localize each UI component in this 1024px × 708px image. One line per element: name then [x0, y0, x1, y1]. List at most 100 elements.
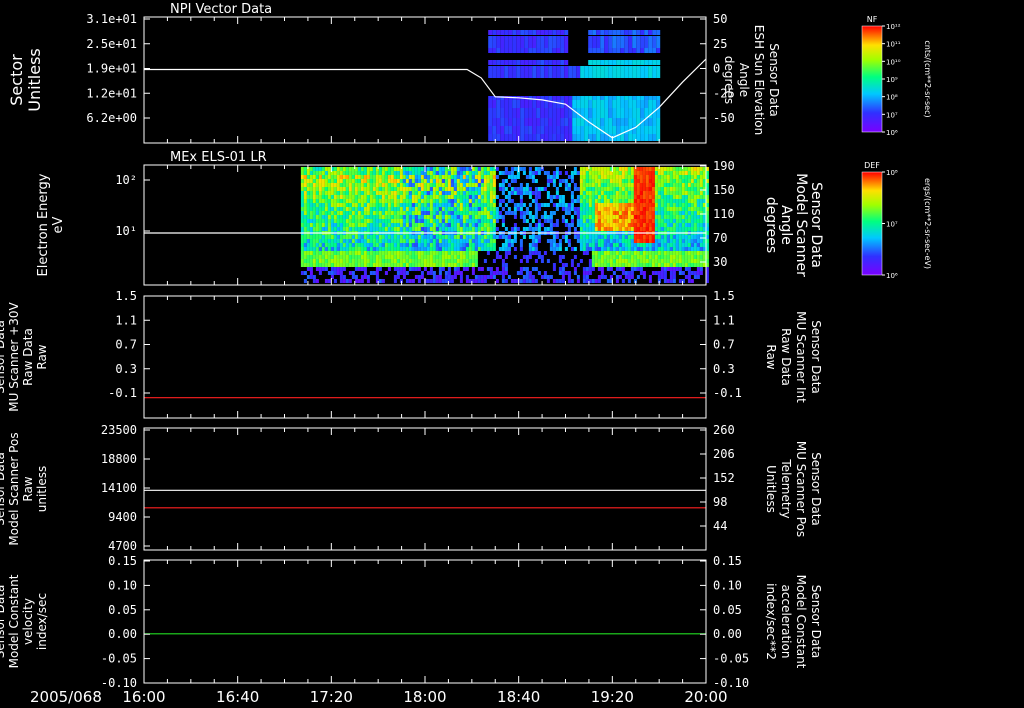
heatmap-cell [636, 275, 640, 279]
heatmap-cell [633, 183, 637, 187]
heatmap-cell [687, 207, 691, 211]
heatmap-cell [405, 211, 409, 215]
heatmap-cell [687, 183, 691, 187]
heatmap-cell [672, 179, 676, 183]
heatmap-cell [604, 108, 609, 118]
heatmap-cell [393, 215, 397, 219]
heatmap-cell [330, 235, 334, 239]
heatmap-cell [636, 30, 641, 35]
heatmap-cell [303, 215, 307, 219]
heatmap-cell [390, 211, 394, 215]
heatmap-cell [656, 126, 661, 134]
heatmap-cell [666, 175, 670, 179]
heatmap-cell [616, 118, 621, 126]
heatmap-cell [306, 223, 310, 227]
heatmap-cell [546, 275, 550, 279]
heatmap-cell [414, 211, 418, 215]
heatmap-cell [585, 243, 589, 247]
heatmap-cell [453, 187, 457, 191]
heatmap-cell [684, 275, 688, 279]
heatmap-cell [552, 171, 556, 175]
heatmap-cell [642, 235, 646, 239]
heatmap-cell [624, 187, 628, 191]
heatmap-cell [594, 179, 598, 183]
heatmap-cell [524, 66, 529, 78]
heatmap-cell [315, 167, 319, 171]
heatmap-cell [393, 179, 397, 183]
heatmap-cell [465, 243, 469, 247]
heatmap-cell [681, 259, 685, 263]
heatmap-cell [432, 167, 436, 171]
heatmap-cell [532, 134, 537, 141]
heatmap-cell [591, 203, 595, 207]
heatmap-cell [471, 187, 475, 191]
heatmap-cell [681, 247, 685, 251]
heatmap-cell [588, 247, 592, 251]
heatmap-cell [453, 203, 457, 207]
heatmap-cell [561, 275, 565, 279]
heatmap-cell [669, 199, 673, 203]
heatmap-cell [456, 243, 460, 247]
heatmap-cell [453, 275, 457, 279]
heatmap-cell [576, 263, 580, 267]
heatmap-cell [693, 235, 697, 239]
heatmap-cell [444, 195, 448, 199]
heatmap-cell [324, 167, 328, 171]
heatmap-cell [558, 259, 562, 263]
heatmap-cell [495, 211, 499, 215]
heatmap-cell [381, 195, 385, 199]
heatmap-cell [504, 267, 508, 271]
heatmap-cell [435, 171, 439, 175]
heatmap-cell [417, 263, 421, 267]
heatmap-cell [648, 251, 652, 255]
heatmap-cell [330, 247, 334, 251]
heatmap-cell [636, 36, 641, 48]
heatmap-cell [588, 66, 593, 78]
heatmap-cell [390, 223, 394, 227]
heatmap-cell [390, 175, 394, 179]
heatmap-cell [573, 199, 577, 203]
heatmap-cell [616, 126, 621, 134]
heatmap-cell [660, 219, 664, 223]
heatmap-cell [543, 227, 547, 231]
heatmap-cell [672, 259, 676, 263]
heatmap-cell [612, 211, 616, 215]
heatmap-cell [537, 207, 541, 211]
heatmap-cell [471, 215, 475, 219]
heatmap-cell [616, 48, 621, 53]
heatmap-cell [690, 167, 694, 171]
heatmap-cell [609, 219, 613, 223]
heatmap-cell [384, 263, 388, 267]
heatmap-cell [702, 219, 706, 223]
heatmap-cell [357, 187, 361, 191]
heatmap-cell [315, 243, 319, 247]
heatmap-cell [495, 167, 499, 171]
heatmap-cell [438, 175, 442, 179]
heatmap-cell [324, 267, 328, 271]
right-tick-label-3: 206 [713, 447, 735, 461]
heatmap-cell [402, 183, 406, 187]
heatmap-cell [560, 48, 565, 53]
heatmap-cell [687, 219, 691, 223]
heatmap-cell [504, 108, 509, 118]
heatmap-cell [300, 191, 304, 195]
heatmap-cell [618, 215, 622, 219]
heatmap-cell [666, 259, 670, 263]
heatmap-cell [381, 279, 385, 283]
heatmap-cell [687, 271, 691, 275]
heatmap-cell [591, 251, 595, 255]
heatmap-cell [324, 199, 328, 203]
heatmap-cell [600, 118, 605, 126]
heatmap-cell [330, 271, 334, 275]
heatmap-cell [435, 259, 439, 263]
heatmap-cell [612, 239, 616, 243]
heatmap-cell [519, 167, 523, 171]
heatmap-cell [531, 179, 535, 183]
heatmap-cell [411, 183, 415, 187]
heatmap-cell [504, 36, 509, 48]
heatmap-cell [483, 219, 487, 223]
heatmap-cell [552, 267, 556, 271]
heatmap-cell [696, 211, 700, 215]
heatmap-cell [556, 48, 561, 53]
heatmap-cell [372, 235, 376, 239]
